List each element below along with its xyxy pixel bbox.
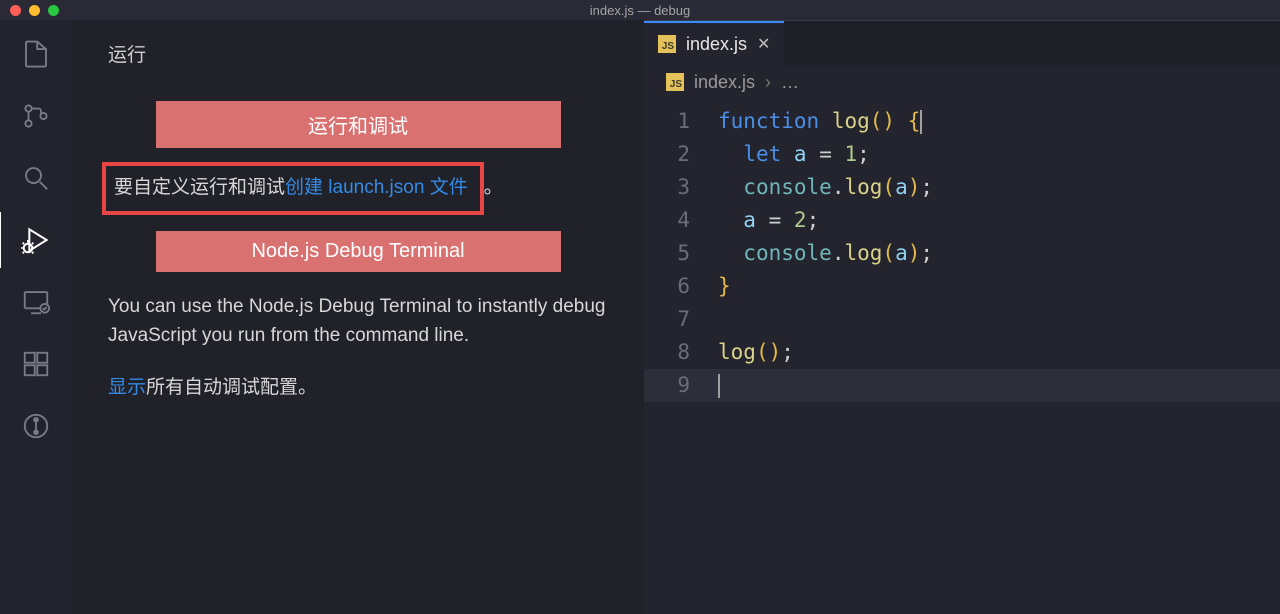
customize-help-text: 要自定义运行和调试创建 launch.json 文件 。 (108, 162, 608, 215)
maximize-window-icon[interactable] (48, 5, 59, 16)
code-line[interactable]: 4 a = 2; (644, 204, 1280, 237)
code-content[interactable]: a = 2; (718, 204, 819, 237)
line-number: 9 (644, 369, 718, 402)
minimize-window-icon[interactable] (29, 5, 40, 16)
js-file-icon: JS (658, 35, 676, 53)
run-and-debug-button[interactable]: 运行和调试 (156, 101, 561, 148)
terminal-description: You can use the Node.js Debug Terminal t… (108, 292, 608, 351)
show-link[interactable]: 显示 (108, 377, 146, 398)
breadcrumb-dots: … (781, 72, 799, 93)
code-line[interactable]: 9 (644, 369, 1280, 402)
line-number: 3 (644, 171, 718, 204)
tab-filename: index.js (686, 34, 747, 55)
code-content[interactable]: } (718, 270, 731, 303)
code-content[interactable]: log(); (718, 336, 794, 369)
node-debug-terminal-button[interactable]: Node.js Debug Terminal (156, 231, 561, 272)
line-number: 2 (644, 138, 718, 171)
line-number: 4 (644, 204, 718, 237)
customize-suffix: 。 (484, 177, 503, 198)
run-sidebar: 运行 运行和调试 要自定义运行和调试创建 launch.json 文件 。 No… (72, 20, 644, 614)
titlebar: index.js — debug (0, 0, 1280, 20)
js-file-icon: JS (666, 73, 684, 91)
git-graph-icon[interactable] (20, 410, 52, 442)
code-content[interactable]: function log() { (718, 105, 922, 138)
close-window-icon[interactable] (10, 5, 21, 16)
explorer-icon[interactable] (20, 38, 52, 70)
show-suffix: 所有自动调试配置。 (146, 377, 317, 398)
create-launch-json-link[interactable]: 创建 launch.json 文件 (285, 177, 468, 198)
code-line[interactable]: 5 console.log(a); (644, 237, 1280, 270)
code-line[interactable]: 3 console.log(a); (644, 171, 1280, 204)
line-number: 7 (644, 303, 718, 336)
window-title: index.js — debug (590, 3, 690, 18)
line-number: 1 (644, 105, 718, 138)
main-area: 运行 运行和调试 要自定义运行和调试创建 launch.json 文件 。 No… (0, 20, 1280, 614)
code-content[interactable]: console.log(a); (718, 237, 933, 270)
run-debug-icon[interactable] (20, 224, 52, 256)
breadcrumb[interactable]: JS index.js › … (644, 65, 1280, 99)
code-line[interactable]: 8log(); (644, 336, 1280, 369)
tab-index-js[interactable]: JS index.js ✕ (644, 21, 784, 65)
close-icon[interactable]: ✕ (757, 34, 770, 54)
extensions-icon[interactable] (20, 348, 52, 380)
code-content[interactable]: let a = 1; (718, 138, 870, 171)
breadcrumb-file: index.js (694, 72, 755, 93)
launch-json-highlight: 要自定义运行和调试创建 launch.json 文件 (102, 162, 484, 215)
search-icon[interactable] (20, 162, 52, 194)
code-line[interactable]: 7 (644, 303, 1280, 336)
code-line[interactable]: 6} (644, 270, 1280, 303)
code-content[interactable]: console.log(a); (718, 171, 933, 204)
source-control-icon[interactable] (20, 100, 52, 132)
code-content[interactable] (718, 369, 720, 402)
remote-icon[interactable] (20, 286, 52, 318)
code-editor[interactable]: 1function log() {2 let a = 1;3 console.l… (644, 99, 1280, 614)
code-line[interactable]: 2 let a = 1; (644, 138, 1280, 171)
line-number: 5 (644, 237, 718, 270)
activity-bar (0, 20, 72, 614)
editor-area: JS index.js ✕ JS index.js › … 1function … (644, 20, 1280, 614)
mac-traffic-lights (0, 5, 59, 16)
line-number: 6 (644, 270, 718, 303)
customize-prefix: 要自定义运行和调试 (114, 177, 285, 198)
chevron-right-icon: › (765, 72, 771, 93)
sidebar-title: 运行 (108, 40, 608, 67)
editor-tabs: JS index.js ✕ (644, 21, 1280, 65)
line-number: 8 (644, 336, 718, 369)
code-line[interactable]: 1function log() { (644, 105, 1280, 138)
show-config-line: 显示所有自动调试配置。 (108, 372, 608, 399)
